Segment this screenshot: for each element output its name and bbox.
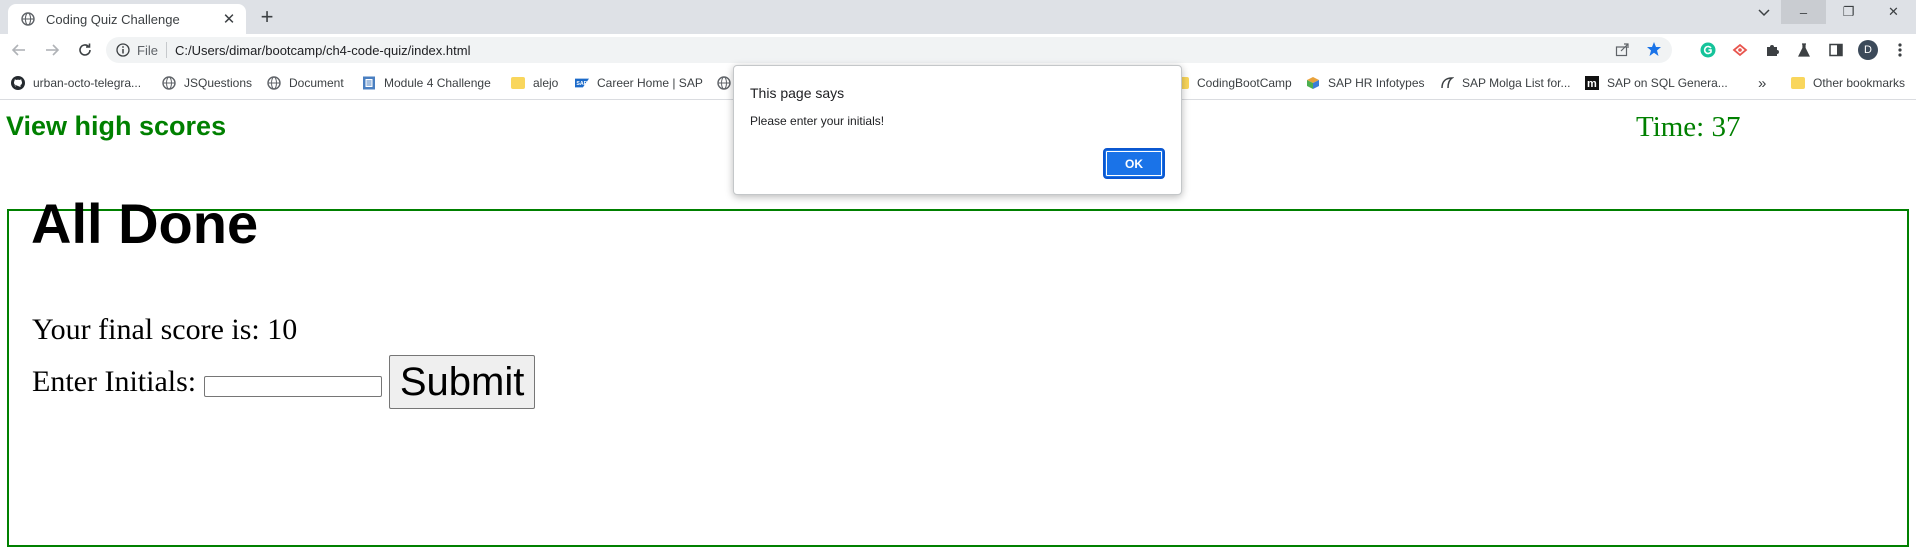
more-bookmarks-button[interactable]: » <box>1758 74 1766 92</box>
ok-button[interactable]: OK <box>1103 148 1165 179</box>
bookmark-folder[interactable]: CodingBootCamp <box>1175 74 1292 92</box>
minimize-button[interactable]: – <box>1781 0 1826 24</box>
close-tab-icon[interactable]: ✕ <box>220 10 238 28</box>
bookmark-item[interactable]: SAP Career Home | SAP <box>575 74 703 92</box>
kebab-menu-icon[interactable] <box>1890 38 1910 62</box>
bookmark-label: Career Home | SAP <box>597 76 703 90</box>
bookmark-item[interactable]: SAP HR Infotypes <box>1306 74 1425 92</box>
bookmark-label: SAP Molga List for... <box>1462 76 1571 90</box>
star-icon[interactable] <box>1646 41 1662 62</box>
m-icon: m <box>1585 76 1599 90</box>
alert-dialog: This page says Please enter your initial… <box>733 65 1182 195</box>
folder-icon <box>511 76 525 90</box>
chevron-down-icon[interactable] <box>1752 3 1776 23</box>
globe-icon <box>717 76 731 90</box>
browser-toolbar: File C:/Users/dimar/bootcamp/ch4-code-qu… <box>0 34 1916 66</box>
forward-icon[interactable] <box>38 36 66 64</box>
folder-icon <box>1791 76 1805 90</box>
globe-icon <box>267 76 281 90</box>
bookmark-label: Document <box>289 76 344 90</box>
bookmark-label: CodingBootCamp <box>1197 76 1292 90</box>
bookmark-label: Module 4 Challenge <box>384 76 491 90</box>
tab-strip: Coding Quiz Challenge ✕ + – ❐ ✕ <box>0 0 1916 34</box>
molga-icon <box>1440 76 1454 90</box>
initials-input[interactable] <box>204 375 383 397</box>
omnibox-actions <box>1615 41 1662 62</box>
puzzle-icon[interactable] <box>1762 38 1782 62</box>
initials-form: Enter Initials: Submit <box>32 355 536 409</box>
address-bar[interactable]: File C:/Users/dimar/bootcamp/ch4-code-qu… <box>106 37 1672 63</box>
bookmark-label: SAP HR Infotypes <box>1328 76 1425 90</box>
view-high-scores-link[interactable]: View high scores <box>6 111 226 142</box>
bookmark-folder[interactable]: alejo <box>511 74 558 92</box>
bookmark-item[interactable]: Module 4 Challenge <box>362 74 491 92</box>
globe-icon <box>20 11 36 27</box>
sap-icon: SAP <box>575 76 589 90</box>
extensions-row: D <box>1698 38 1910 62</box>
bookmark-label: urban-octo-telegra... <box>33 76 142 90</box>
bookmark-label: alejo <box>533 76 559 90</box>
flask-icon[interactable] <box>1794 38 1814 62</box>
info-icon[interactable] <box>116 43 130 57</box>
dialog-title: This page says <box>750 85 845 101</box>
svg-text:m: m <box>1587 78 1597 90</box>
file-label: File <box>137 42 158 58</box>
side-panel-icon[interactable] <box>1826 38 1846 62</box>
url-text[interactable]: C:/Users/dimar/bootcamp/ch4-code-quiz/in… <box>175 43 471 58</box>
bookmark-item[interactable]: m SAP on SQL Genera... <box>1585 74 1728 92</box>
tab-active[interactable]: Coding Quiz Challenge ✕ <box>8 4 246 34</box>
final-score-text: Your final score is: 10 <box>32 313 298 346</box>
cube-icon <box>1306 76 1320 90</box>
bookmark-label: Other bookmarks <box>1813 76 1906 90</box>
restore-button[interactable]: ❐ <box>1826 0 1871 24</box>
bookmark-label: SAP on SQL Genera... <box>1607 76 1728 90</box>
bookmark-item[interactable]: urban-octo-telegra... <box>11 74 141 92</box>
timer: Time: 37 <box>1636 111 1741 143</box>
initials-label: Enter Initials: <box>32 365 197 398</box>
profile-avatar[interactable]: D <box>1858 40 1878 60</box>
share-icon[interactable] <box>1615 42 1630 62</box>
omnibox-divider <box>165 42 167 58</box>
window-controls: – ❐ ✕ <box>1781 0 1916 24</box>
bookmark-item[interactable]: SAP Molga List for... <box>1440 74 1571 92</box>
github-icon <box>11 76 25 90</box>
bookmark-label: JSQuestions <box>184 76 253 90</box>
other-bookmarks-folder[interactable]: Other bookmarks <box>1791 74 1905 92</box>
grammarly-icon[interactable] <box>1698 38 1718 62</box>
dialog-message: Please enter your initials! <box>750 114 885 128</box>
extension-red-icon[interactable] <box>1730 38 1750 62</box>
page-title: All Done <box>31 192 259 255</box>
bookmark-item[interactable]: Document <box>267 74 344 92</box>
new-tab-button[interactable]: + <box>255 4 279 29</box>
reload-icon[interactable] <box>71 36 99 64</box>
close-window-button[interactable]: ✕ <box>1871 0 1916 24</box>
bookmark-item[interactable]: JSQuestions <box>162 74 252 92</box>
back-icon[interactable] <box>5 36 33 64</box>
doc-icon <box>362 76 376 90</box>
svg-text:SAP: SAP <box>576 81 587 87</box>
tab-title: Coding Quiz Challenge <box>46 11 180 27</box>
globe-icon <box>162 76 176 90</box>
submit-button[interactable]: Submit <box>389 355 536 409</box>
